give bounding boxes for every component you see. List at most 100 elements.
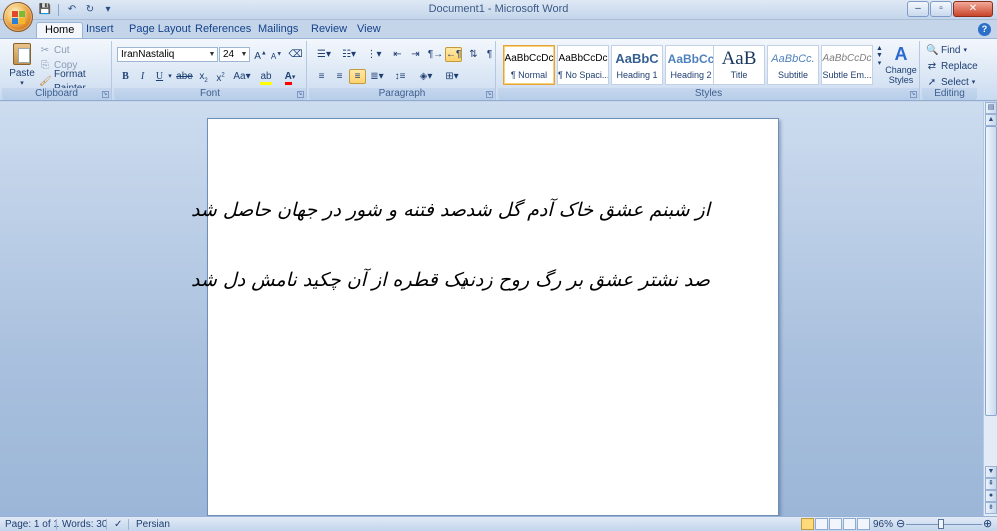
sort-button[interactable]: ⇅ bbox=[465, 47, 482, 62]
paint-bucket-icon: ◈▾ bbox=[419, 71, 433, 82]
font-family-select[interactable]: IranNastaliq ▼ bbox=[117, 47, 218, 62]
justify-button[interactable]: ≣▾ bbox=[367, 69, 387, 84]
rtl-button[interactable]: ←¶ bbox=[445, 47, 462, 62]
ltr-button[interactable]: ¶→ bbox=[427, 47, 444, 62]
find-label: Find bbox=[941, 45, 961, 56]
font-size-select[interactable]: 24 ▼ bbox=[219, 47, 250, 62]
superscript-button[interactable]: x2 bbox=[212, 69, 229, 84]
scrollbar-thumb[interactable] bbox=[985, 126, 997, 416]
bold-button[interactable]: B bbox=[117, 69, 134, 84]
styles-launcher-icon[interactable]: ↘ bbox=[910, 91, 917, 98]
ruler-toggle-icon[interactable]: ▤ bbox=[985, 102, 997, 114]
minimize-button[interactable]: – bbox=[907, 1, 929, 17]
paste-button[interactable]: Paste ▾ bbox=[8, 43, 36, 87]
style-heading-1[interactable]: AaBbC Heading 1 bbox=[611, 45, 663, 85]
language[interactable]: Persian bbox=[136, 518, 170, 531]
numbering-button[interactable]: ☷▾ bbox=[338, 47, 360, 62]
shading-button[interactable]: ◈▾ bbox=[415, 69, 437, 84]
font-group: IranNastaliq ▼ 24 ▼ A▲ A▼ ⌫ B I U ▾ abe … bbox=[114, 41, 307, 100]
underline-dropdown-icon[interactable]: ▾ bbox=[166, 69, 174, 84]
office-button[interactable] bbox=[3, 2, 33, 32]
shrink-font-button[interactable]: A▼ bbox=[268, 47, 285, 62]
grow-font-button[interactable]: A▲ bbox=[252, 47, 269, 62]
print-layout-view-icon[interactable] bbox=[801, 518, 814, 530]
increase-indent-button[interactable]: ⇥ bbox=[407, 47, 424, 62]
replace-label: Replace bbox=[941, 61, 978, 72]
more-icon[interactable]: ▾ bbox=[875, 59, 884, 67]
styles-group-label: Styles bbox=[498, 88, 919, 100]
replace-button[interactable]: ⇄ Replace bbox=[926, 60, 978, 74]
style-title[interactable]: AaB Title bbox=[713, 45, 765, 85]
draft-view-icon[interactable] bbox=[857, 518, 870, 530]
find-button[interactable]: 🔍 Find ▾ bbox=[926, 44, 967, 58]
style-subtle-emphasis[interactable]: AaBbCcDc Subtle Em... bbox=[821, 45, 873, 85]
previous-page-icon[interactable]: ⇞ bbox=[985, 478, 997, 490]
align-right-button[interactable]: ≡ bbox=[349, 69, 366, 84]
multilevel-list-button[interactable]: ⋮▾ bbox=[363, 47, 385, 62]
tab-home[interactable]: Home bbox=[36, 22, 84, 38]
tab-references[interactable]: References bbox=[187, 22, 259, 38]
decrease-indent-button[interactable]: ⇤ bbox=[389, 47, 406, 62]
change-styles-button[interactable]: A Change Styles bbox=[884, 43, 918, 89]
style-normal[interactable]: AaBbCcDc ¶ Normal bbox=[503, 45, 555, 85]
borders-button[interactable]: ⊞▾ bbox=[441, 69, 463, 84]
italic-button[interactable]: I bbox=[134, 69, 151, 84]
full-screen-reading-icon[interactable] bbox=[815, 518, 828, 530]
web-layout-icon[interactable] bbox=[829, 518, 842, 530]
style-no-spacing[interactable]: AaBbCcDc ¶ No Spaci... bbox=[557, 45, 609, 85]
zoom-in-icon[interactable]: ⊕ bbox=[983, 518, 992, 531]
tab-insert[interactable]: Insert bbox=[78, 22, 122, 38]
scroll-down-icon[interactable]: ▼ bbox=[985, 466, 997, 478]
page-count[interactable]: Page: 1 of 1 bbox=[5, 518, 59, 531]
style-heading-2[interactable]: AaBbCc Heading 2 bbox=[665, 45, 717, 85]
cut-button[interactable]: ✂ Cut bbox=[39, 44, 70, 58]
proofing-icon[interactable]: ✓ bbox=[114, 518, 122, 531]
paragraph-group-label: Paragraph bbox=[309, 88, 495, 100]
close-button[interactable]: ✕ bbox=[953, 1, 993, 17]
strikethrough-button[interactable]: abe bbox=[176, 69, 193, 84]
paste-dropdown-icon[interactable]: ▾ bbox=[8, 79, 36, 87]
align-center-button[interactable]: ≡ bbox=[331, 69, 348, 84]
cut-label: Cut bbox=[54, 45, 70, 56]
clear-formatting-button[interactable]: ⌫ bbox=[287, 47, 304, 62]
tab-review[interactable]: Review bbox=[303, 22, 355, 38]
style-subtle-emphasis-label: Subtle Em... bbox=[822, 70, 872, 80]
scroll-up-icon[interactable]: ▲ bbox=[985, 114, 997, 126]
tab-view[interactable]: View bbox=[349, 22, 389, 38]
select-browse-object-icon[interactable]: ● bbox=[985, 490, 997, 502]
change-case-button[interactable]: Aa▾ bbox=[231, 69, 253, 84]
zoom-level[interactable]: 96% bbox=[873, 518, 893, 531]
text-highlight-button[interactable]: ab bbox=[256, 69, 276, 85]
shrink-font-icon: A▼ bbox=[270, 51, 283, 61]
word-count[interactable]: Words: 30 bbox=[62, 518, 107, 531]
font-color-button[interactable]: A▾ bbox=[279, 69, 301, 85]
justify-icon: ≣▾ bbox=[370, 71, 384, 82]
verse-2: صد فتنه و شور در جهان حاصل شد bbox=[190, 199, 466, 221]
tab-mailings[interactable]: Mailings bbox=[250, 22, 306, 38]
paste-label: Paste bbox=[9, 68, 35, 79]
zoom-out-icon[interactable]: ⊖ bbox=[896, 518, 905, 531]
outline-view-icon[interactable] bbox=[843, 518, 856, 530]
format-painter-button[interactable]: 🖌 Format Painter bbox=[39, 69, 111, 94]
underline-icon: U bbox=[155, 71, 164, 82]
vertical-scrollbar[interactable]: ▤ ▲ ▼ ⇞ ● ⇟ bbox=[983, 102, 997, 516]
line-spacing-button[interactable]: ↕≡ bbox=[389, 69, 411, 84]
font-launcher-icon[interactable]: ↘ bbox=[297, 91, 304, 98]
scroll-up-icon[interactable]: ▲ bbox=[875, 45, 884, 52]
paragraph-group: ☰▾ ☷▾ ⋮▾ ⇤ ⇥ ¶→ ←¶ ⇅ ¶ ≡ ≡ ≡ ≣▾ ↕≡ ◈▾ ⊞▾… bbox=[309, 41, 496, 100]
clipboard-launcher-icon[interactable]: ↘ bbox=[102, 91, 109, 98]
help-icon[interactable]: ? bbox=[978, 23, 991, 36]
document-page[interactable]: از شبنم عشق خاک آدم گل شد صد فتنه و شور … bbox=[191, 118, 779, 516]
next-page-icon[interactable]: ⇟ bbox=[985, 502, 997, 514]
style-subtitle[interactable]: AaBbCc. Subtitle bbox=[767, 45, 819, 85]
bullets-button[interactable]: ☰▾ bbox=[313, 47, 335, 62]
paragraph-launcher-icon[interactable]: ↘ bbox=[486, 91, 493, 98]
align-left-button[interactable]: ≡ bbox=[313, 69, 330, 84]
maximize-button[interactable]: ▫ bbox=[930, 1, 952, 17]
zoom-slider-thumb[interactable] bbox=[938, 519, 944, 529]
style-no-spacing-label: ¶ No Spaci... bbox=[558, 70, 608, 80]
scroll-down-icon[interactable]: ▼ bbox=[875, 52, 884, 59]
show-marks-button[interactable]: ¶ bbox=[481, 47, 498, 62]
zoom-slider-track[interactable] bbox=[906, 524, 982, 525]
subscript-button[interactable]: x2 bbox=[195, 69, 212, 84]
